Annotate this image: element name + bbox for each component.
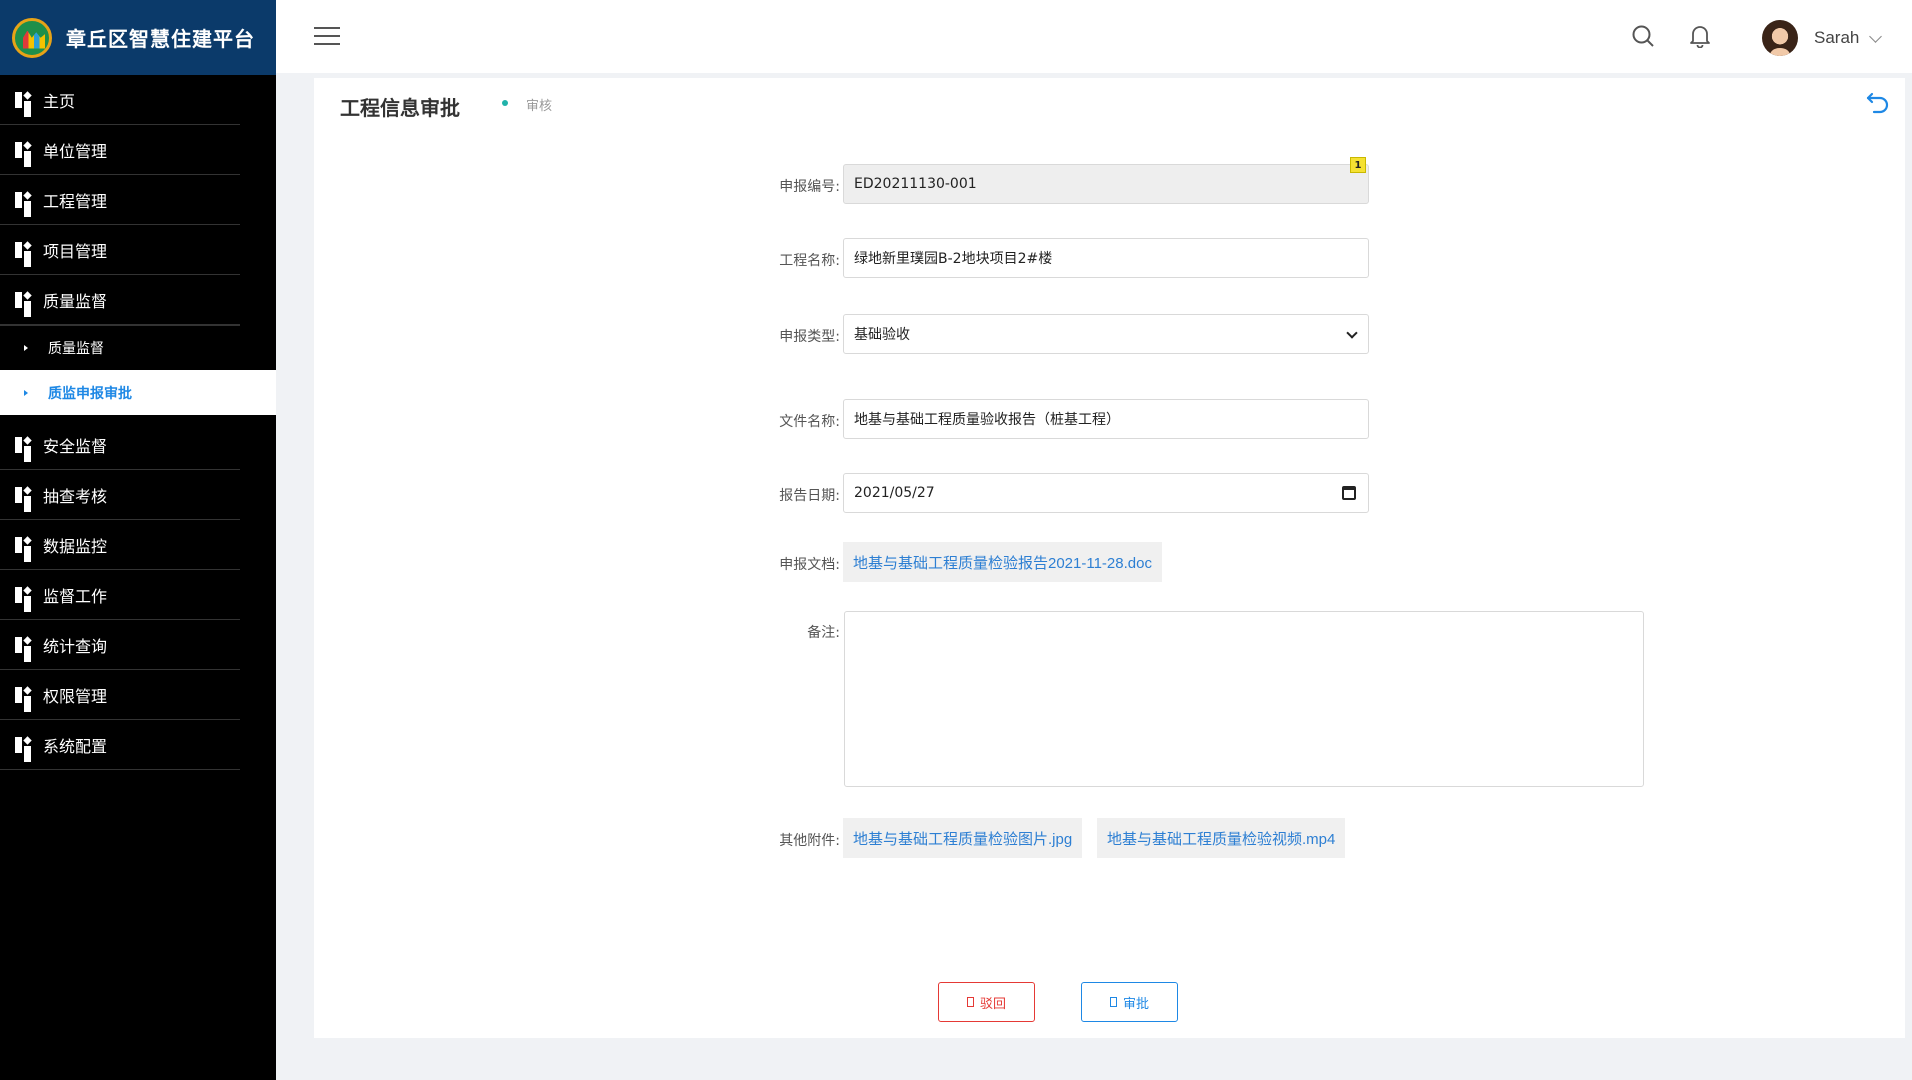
sidebar-item-label: 抽查考核 bbox=[43, 486, 108, 506]
grid-icon bbox=[15, 686, 31, 703]
sidebar: 章丘区智慧住建平台 主页 单位管理 工程管理 项目管理 质量监督 质量监督 质监… bbox=[0, 0, 276, 1080]
breadcrumb-dot bbox=[502, 100, 508, 106]
sidebar-item-quality[interactable]: 质量监督 bbox=[0, 275, 240, 325]
file-name-label: 文件名称: bbox=[779, 414, 840, 430]
notification-badge: 1 bbox=[1350, 157, 1366, 173]
sidebar-item-monitoring[interactable]: 数据监控 bbox=[0, 520, 240, 570]
file-name-field[interactable]: 地基与基础工程质量验收报告（桩基工程） bbox=[843, 399, 1369, 439]
report-date-value: 2021/05/27 bbox=[854, 485, 935, 501]
report-no-field: ED20211130-001 1 bbox=[843, 157, 1369, 204]
report-doc-link[interactable]: 地基与基础工程质量检验报告2021-11-28.doc bbox=[843, 542, 1162, 582]
caret-right-icon bbox=[24, 345, 28, 351]
report-type-select[interactable]: 基础验收 bbox=[843, 314, 1369, 354]
sidebar-item-label: 工程管理 bbox=[43, 191, 108, 211]
project-name-value: 绿地新里璞园B-2地块项目2#楼 bbox=[854, 251, 1053, 267]
grid-icon bbox=[15, 486, 31, 503]
sidebar-item-label: 项目管理 bbox=[43, 241, 108, 261]
grid-icon bbox=[15, 536, 31, 553]
sidebar-item-permissions[interactable]: 权限管理 bbox=[0, 670, 240, 720]
report-date-label: 报告日期: bbox=[779, 488, 840, 504]
sidebar-item-label: 主页 bbox=[43, 91, 76, 111]
grid-icon bbox=[15, 636, 31, 653]
sidebar-subitem-quality-approval[interactable]: 质监申报审批 bbox=[0, 370, 276, 415]
breadcrumb: 审核 bbox=[526, 99, 553, 114]
reject-button-label: 驳回 bbox=[979, 996, 1006, 1012]
report-doc-label: 申报文档: bbox=[779, 557, 840, 573]
sidebar-menu: 主页 单位管理 工程管理 项目管理 质量监督 质量监督 质监申报审批 安全监督 … bbox=[0, 75, 276, 770]
sidebar-item-home[interactable]: 主页 bbox=[0, 75, 240, 125]
page-title: 工程信息审批 bbox=[340, 96, 460, 120]
attachment-video-link[interactable]: 地基与基础工程质量检验视频.mp4 bbox=[1097, 818, 1346, 858]
bell-icon[interactable] bbox=[1689, 24, 1711, 48]
sidebar-item-label: 单位管理 bbox=[43, 141, 108, 161]
back-icon[interactable] bbox=[1865, 88, 1891, 114]
grid-icon bbox=[15, 191, 31, 208]
sidebar-subitem-quality-supervision[interactable]: 质量监督 bbox=[0, 325, 240, 370]
sidebar-item-label: 系统配置 bbox=[43, 736, 108, 756]
approve-icon bbox=[1109, 997, 1117, 1007]
sidebar-item-engineering[interactable]: 工程管理 bbox=[0, 175, 240, 225]
menu-toggle-icon[interactable] bbox=[314, 27, 340, 45]
search-icon[interactable] bbox=[1632, 25, 1654, 47]
sidebar-subitem-label: 质量监督 bbox=[48, 341, 104, 357]
grid-icon bbox=[15, 241, 31, 258]
report-type-value: 基础验收 bbox=[854, 327, 910, 343]
brand: 章丘区智慧住建平台 bbox=[0, 0, 276, 75]
sidebar-item-inspection[interactable]: 抽查考核 bbox=[0, 470, 240, 520]
chevron-down-icon bbox=[1346, 327, 1358, 339]
caret-right-icon bbox=[24, 389, 28, 396]
sidebar-item-statistics[interactable]: 统计查询 bbox=[0, 620, 240, 670]
file-name-value: 地基与基础工程质量验收报告（桩基工程） bbox=[854, 412, 1120, 428]
topbar: Sarah bbox=[276, 0, 1912, 73]
sidebar-item-projects[interactable]: 项目管理 bbox=[0, 225, 240, 275]
report-no-value: ED20211130-001 bbox=[854, 176, 977, 192]
chevron-down-icon[interactable] bbox=[1869, 30, 1882, 43]
app-title: 章丘区智慧住建平台 bbox=[66, 27, 255, 51]
avatar[interactable] bbox=[1762, 20, 1798, 56]
content-card: 工程信息审批 审核 申报编号: ED20211130-001 1 工程名称: 绿… bbox=[314, 78, 1905, 1038]
sidebar-item-label: 数据监控 bbox=[43, 536, 108, 556]
attachments-label: 其他附件: bbox=[779, 833, 840, 849]
sidebar-item-label: 权限管理 bbox=[43, 686, 108, 706]
sidebar-subitem-label: 质监申报审批 bbox=[48, 385, 132, 402]
remark-textarea[interactable] bbox=[844, 611, 1644, 787]
logo-icon bbox=[12, 17, 52, 58]
grid-icon bbox=[15, 736, 31, 753]
sidebar-item-label: 安全监督 bbox=[43, 436, 108, 456]
sidebar-item-supervision-work[interactable]: 监督工作 bbox=[0, 570, 240, 620]
sidebar-item-units[interactable]: 单位管理 bbox=[0, 125, 240, 175]
report-date-field[interactable]: 2021/05/27 bbox=[843, 473, 1369, 513]
sidebar-item-system-config[interactable]: 系统配置 bbox=[0, 720, 240, 770]
approve-button[interactable]: 审批 bbox=[1081, 982, 1178, 1022]
grid-icon bbox=[15, 141, 31, 158]
reject-icon bbox=[966, 997, 974, 1007]
report-type-label: 申报类型: bbox=[779, 329, 840, 345]
approve-button-label: 审批 bbox=[1122, 996, 1149, 1012]
user-name[interactable]: Sarah bbox=[1814, 28, 1859, 48]
grid-icon bbox=[15, 91, 31, 108]
project-name-field[interactable]: 绿地新里璞园B-2地块项目2#楼 bbox=[843, 238, 1369, 278]
grid-icon bbox=[15, 436, 31, 453]
reject-button[interactable]: 驳回 bbox=[938, 982, 1035, 1022]
sidebar-item-label: 统计查询 bbox=[43, 636, 108, 656]
sidebar-item-safety[interactable]: 安全监督 bbox=[0, 420, 240, 470]
report-no-label: 申报编号: bbox=[779, 179, 840, 195]
attachment-image-link[interactable]: 地基与基础工程质量检验图片.jpg bbox=[843, 818, 1083, 858]
sidebar-item-label: 监督工作 bbox=[43, 586, 108, 606]
grid-icon bbox=[15, 586, 31, 603]
sidebar-item-label: 质量监督 bbox=[43, 291, 108, 311]
project-name-label: 工程名称: bbox=[779, 253, 840, 269]
calendar-icon[interactable] bbox=[1342, 486, 1356, 500]
grid-icon bbox=[15, 291, 31, 308]
remark-label: 备注: bbox=[807, 625, 840, 641]
